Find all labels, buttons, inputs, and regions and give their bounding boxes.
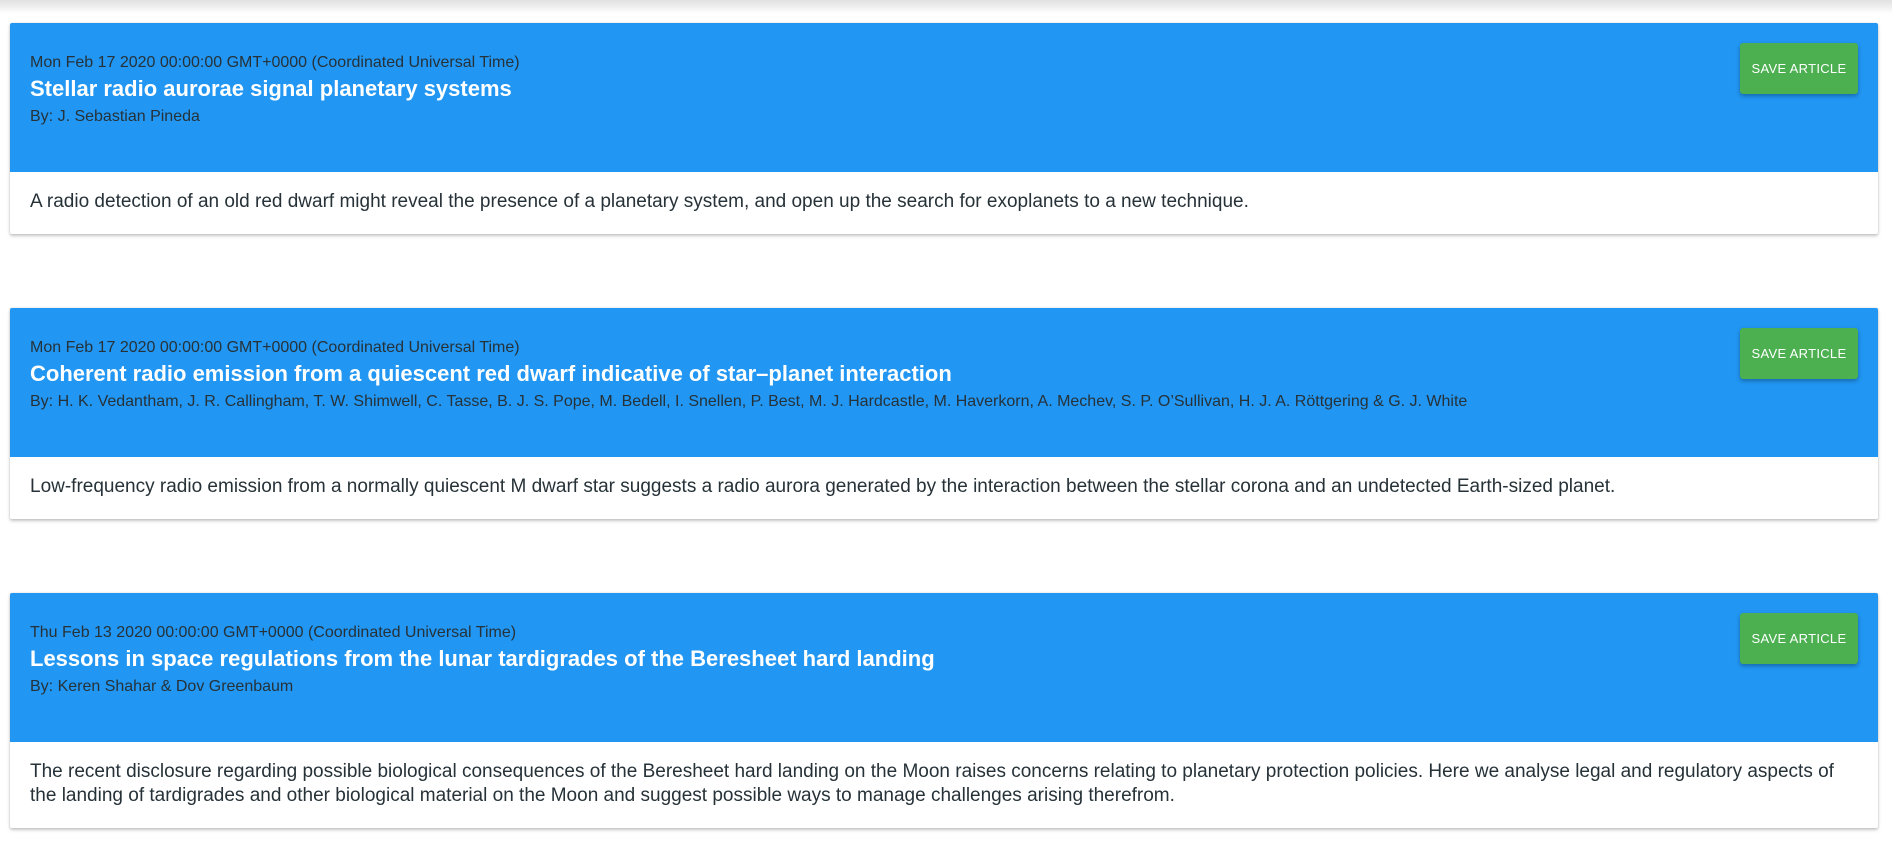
top-nav-shadow xyxy=(0,0,1892,14)
save-article-button[interactable]: SAVE ARTICLE xyxy=(1740,328,1858,379)
article-header: Mon Feb 17 2020 00:00:00 GMT+0000 (Coord… xyxy=(10,23,1878,172)
article-authors: By: J. Sebastian Pineda xyxy=(30,108,200,125)
article-date: Mon Feb 17 2020 00:00:00 GMT+0000 (Coord… xyxy=(30,54,520,71)
save-article-button[interactable]: SAVE ARTICLE xyxy=(1740,613,1858,664)
save-article-button[interactable]: SAVE ARTICLE xyxy=(1740,43,1858,94)
article-title[interactable]: Coherent radio emission from a quiescent… xyxy=(30,360,1858,388)
article-authors: By: H. K. Vedantham, J. R. Callingham, T… xyxy=(30,393,1468,410)
article-title[interactable]: Lessons in space regulations from the lu… xyxy=(30,645,1858,673)
article-summary: The recent disclosure regarding possible… xyxy=(30,761,1834,806)
article-date: Mon Feb 17 2020 00:00:00 GMT+0000 (Coord… xyxy=(30,339,520,356)
article-card: Mon Feb 17 2020 00:00:00 GMT+0000 (Coord… xyxy=(10,23,1878,234)
article-date: Thu Feb 13 2020 00:00:00 GMT+0000 (Coord… xyxy=(30,624,517,641)
article-summary: A radio detection of an old red dwarf mi… xyxy=(30,191,1249,212)
article-summary: Low-frequency radio emission from a norm… xyxy=(30,476,1616,497)
article-header: Thu Feb 13 2020 00:00:00 GMT+0000 (Coord… xyxy=(10,593,1878,742)
article-title[interactable]: Stellar radio aurorae signal planetary s… xyxy=(30,75,1858,103)
article-authors: By: Keren Shahar & Dov Greenbaum xyxy=(30,678,294,695)
article-card: Mon Feb 17 2020 00:00:00 GMT+0000 (Coord… xyxy=(10,308,1878,519)
article-card: Thu Feb 13 2020 00:00:00 GMT+0000 (Coord… xyxy=(10,593,1878,828)
article-header: Mon Feb 17 2020 00:00:00 GMT+0000 (Coord… xyxy=(10,308,1878,457)
